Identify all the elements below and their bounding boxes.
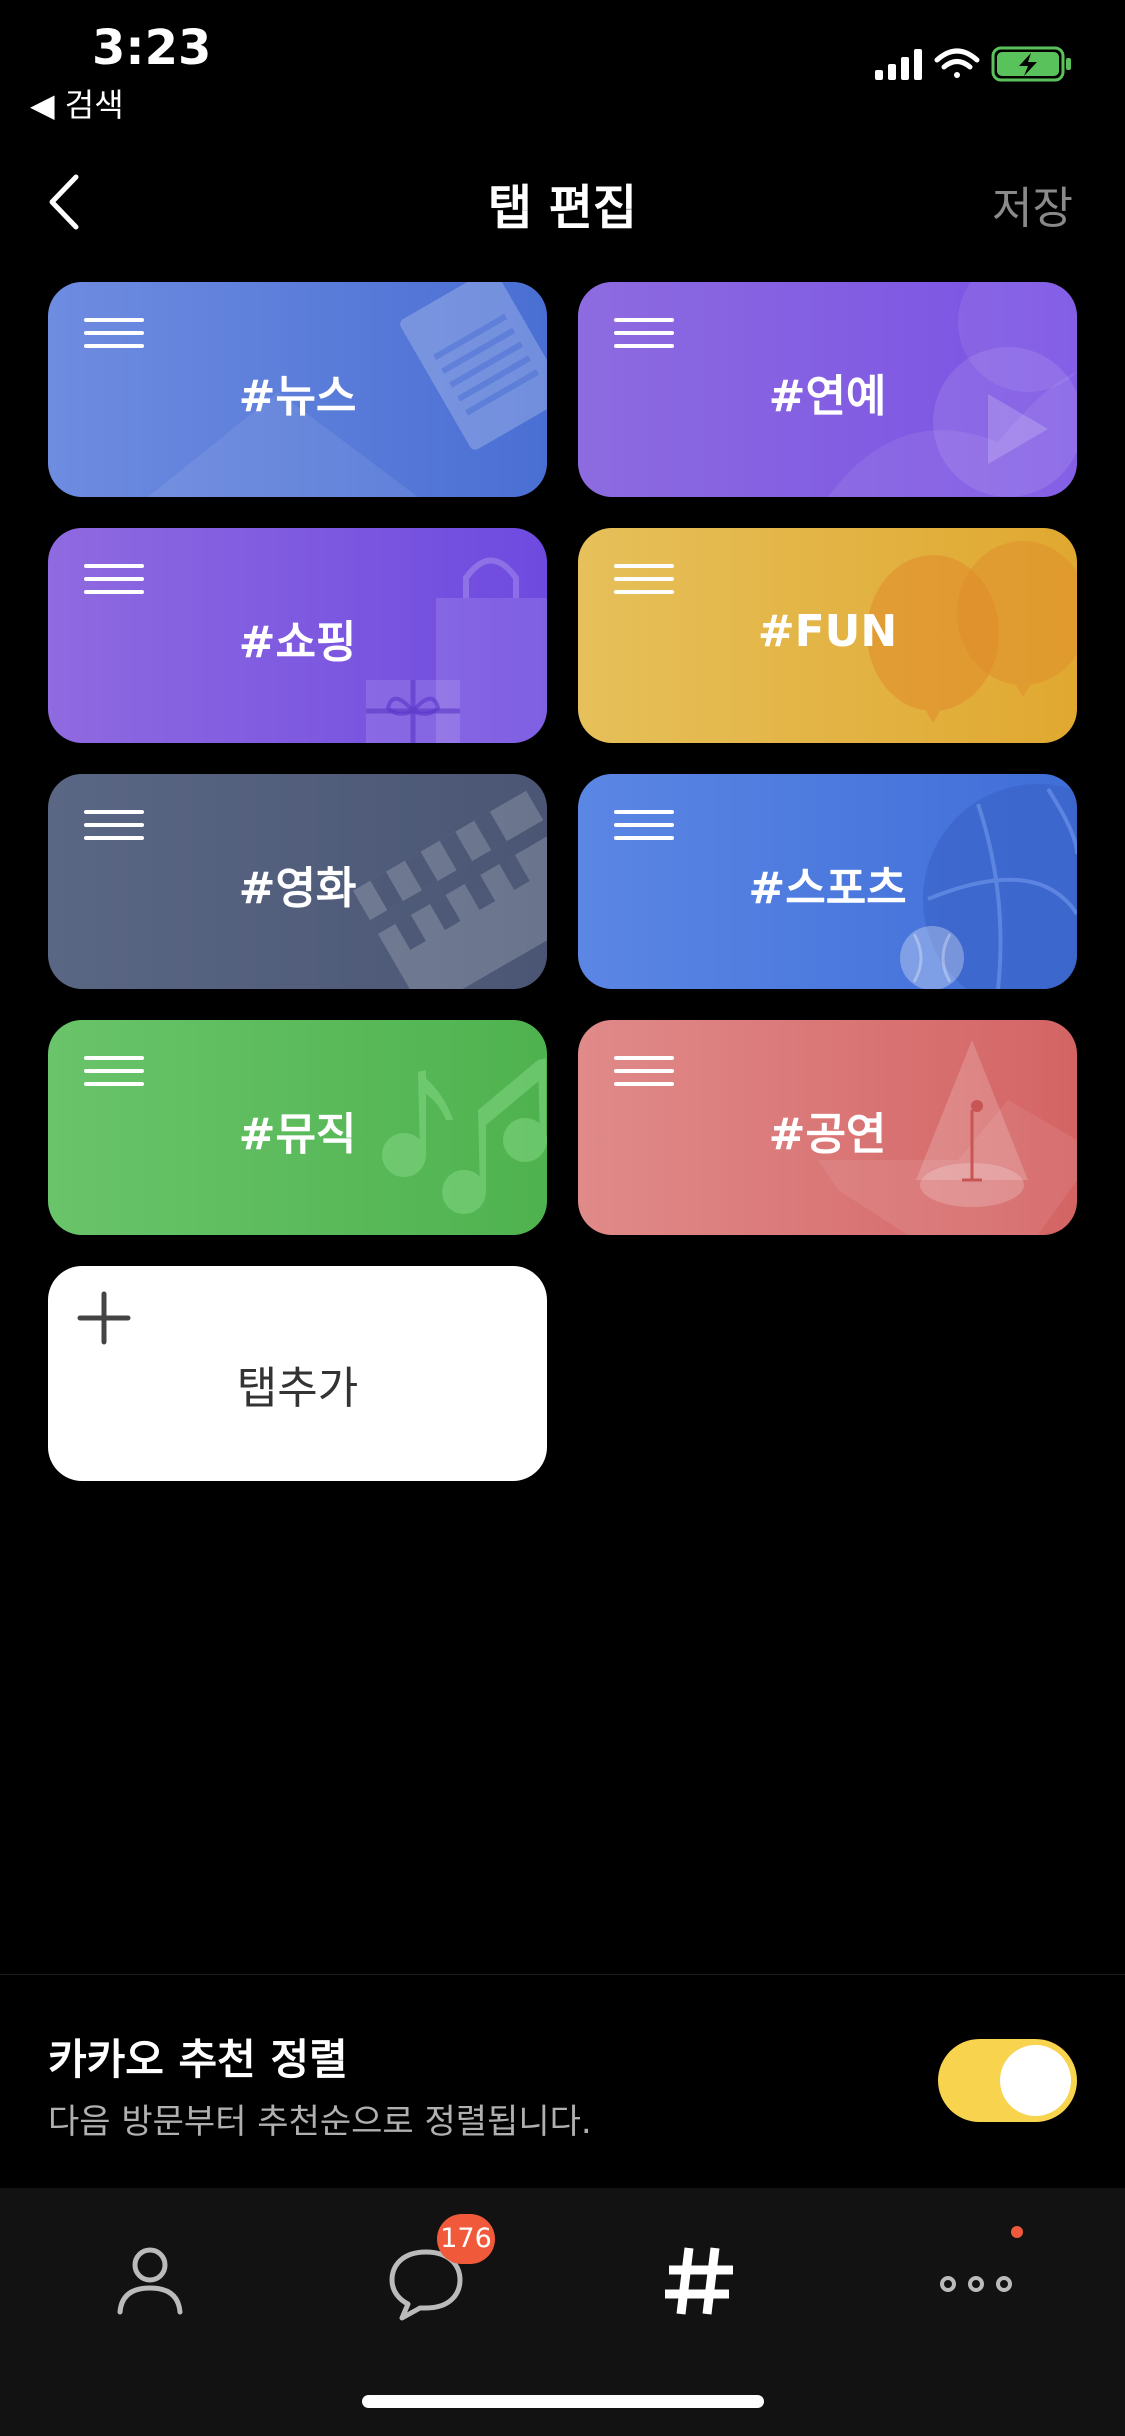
wifi-icon bbox=[934, 48, 980, 78]
tab-label: #뮤직 bbox=[238, 1109, 357, 1160]
person-icon bbox=[117, 2247, 183, 2315]
status-time: 3:23 bbox=[92, 20, 212, 76]
tab-more[interactable] bbox=[926, 2230, 1026, 2330]
chat-unread-badge: 176 bbox=[437, 2214, 495, 2264]
tab-card-music[interactable]: #뮤직 bbox=[48, 1020, 547, 1235]
tab-label: #스포츠 bbox=[748, 863, 907, 914]
plus-icon bbox=[77, 1291, 131, 1345]
tab-label: #쇼핑 bbox=[238, 617, 357, 668]
tab-card-fun[interactable]: #FUN bbox=[578, 528, 1077, 743]
battery-charging-icon bbox=[991, 46, 1071, 82]
status-back-link[interactable]: ◀ 검색 bbox=[30, 80, 124, 126]
add-tab-button[interactable]: 탭추가 bbox=[48, 1266, 547, 1481]
tab-label: #공연 bbox=[768, 1109, 887, 1160]
tab-card-movie[interactable]: #영화 bbox=[48, 774, 547, 989]
tab-label: #영화 bbox=[238, 863, 357, 914]
home-indicator[interactable] bbox=[362, 2395, 764, 2408]
tab-card-shopping[interactable]: #쇼핑 bbox=[48, 528, 547, 743]
tab-label: #연예 bbox=[768, 371, 887, 422]
section-divider bbox=[0, 1974, 1125, 1975]
tab-hashtag[interactable] bbox=[649, 2230, 749, 2330]
tab-card-sports[interactable]: #스포츠 bbox=[578, 774, 1077, 989]
recommend-sort-toggle[interactable] bbox=[938, 2039, 1077, 2122]
page-title: 탭 편집 bbox=[487, 180, 638, 236]
more-notification-dot bbox=[1011, 2226, 1023, 2238]
status-icons bbox=[875, 44, 1085, 84]
tab-card-news[interactable]: #뉴스 bbox=[48, 282, 547, 497]
sort-description: 다음 방문부터 추천순으로 정렬됩니다. bbox=[48, 2102, 592, 2142]
toggle-knob bbox=[1000, 2045, 1071, 2116]
tab-card-entertainment[interactable]: #연예 bbox=[578, 282, 1077, 497]
hashtag-icon bbox=[665, 2247, 733, 2315]
signal-icon bbox=[875, 49, 922, 80]
save-button[interactable]: 저장 bbox=[992, 172, 1073, 236]
tab-label: #FUN bbox=[757, 606, 898, 657]
more-icon bbox=[940, 2276, 1012, 2292]
tab-card-performance[interactable]: #공연 bbox=[578, 1020, 1077, 1235]
tab-label: #뉴스 bbox=[238, 371, 357, 422]
tab-friends[interactable] bbox=[100, 2230, 200, 2330]
sort-title: 카카오 추천 정렬 bbox=[48, 2035, 348, 2084]
add-tab-label: 탭추가 bbox=[236, 1363, 359, 1414]
